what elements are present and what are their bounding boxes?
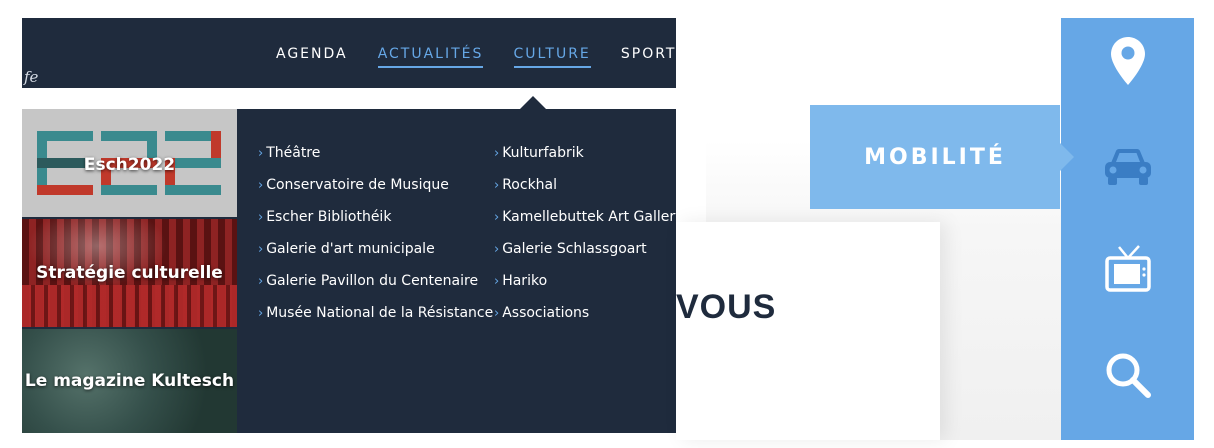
menu-link[interactable]: › Kulturfabrik <box>494 145 676 177</box>
menu-link[interactable]: › Hariko <box>494 273 676 305</box>
dropdown-arrow <box>520 96 546 109</box>
section-heading: VOUS <box>676 288 777 326</box>
menu-link[interactable]: › Associations <box>494 305 676 337</box>
tile-magazine-kultesch[interactable]: Le magazine Kultesch <box>22 329 237 433</box>
car-icon <box>1105 149 1151 185</box>
chevron-right-icon: › <box>258 146 264 161</box>
mobility-button[interactable] <box>1101 140 1155 194</box>
tile-label: Le magazine Kultesch <box>24 371 235 391</box>
chevron-right-icon: › <box>258 178 264 193</box>
menu-link[interactable]: › Conservatoire de Musique <box>258 177 493 209</box>
nav-item-sport[interactable]: SPORT & F <box>621 46 676 66</box>
nav-item-actualites[interactable]: ACTUALITÉS <box>377 46 484 68</box>
chevron-right-icon: › <box>494 146 500 161</box>
chevron-right-icon: › <box>494 274 500 289</box>
tile-label: Stratégie culturelle <box>36 263 223 283</box>
brand-logo-fragment[interactable]: fe <box>24 68 38 86</box>
chevron-right-icon: › <box>494 306 500 321</box>
tv-button[interactable] <box>1101 242 1155 296</box>
chevron-right-icon: › <box>494 178 500 193</box>
nav-item-culture[interactable]: CULTURE <box>513 46 591 68</box>
main-nav: AGENDA ACTUALITÉS CULTURE SPORT & F <box>276 43 676 68</box>
nav-item-agenda[interactable]: AGENDA <box>276 46 348 66</box>
menu-links-column-1: › Théâtre › Conservatoire de Musique › Esch… <box>258 145 493 337</box>
chevron-right-icon: › <box>258 210 264 225</box>
menu-link[interactable]: › Escher Bibliothéik <box>258 209 493 241</box>
menu-link[interactable]: › Galerie Schlassgoart <box>494 241 676 273</box>
menu-link[interactable]: › Musée National de la Résistance <box>258 305 493 337</box>
location-button[interactable] <box>1101 34 1155 88</box>
content-card <box>676 222 940 440</box>
side-toolbar <box>1061 18 1194 440</box>
menu-link[interactable]: › Galerie d'art municipale <box>258 241 493 273</box>
mobility-tooltip: MOBILITÉ <box>810 105 1074 209</box>
chevron-right-icon: › <box>258 274 264 289</box>
tile-esch2022[interactable]: Esch2022 <box>22 109 237 217</box>
chevron-right-icon: › <box>258 242 264 257</box>
chevron-right-icon: › <box>494 242 500 257</box>
search-icon <box>1106 353 1151 398</box>
menu-links-column-2: › Kulturfabrik › Rockhal › Kamellebuttek Ar… <box>494 145 676 337</box>
culture-mega-menu: Esch2022 Stratégie culturelle Le magazin… <box>22 109 676 433</box>
tile-strategie-culturelle[interactable]: Stratégie culturelle <box>22 219 237 327</box>
tv-icon <box>1105 245 1151 292</box>
main-navbar: fe AGENDA ACTUALITÉS CULTURE SPORT & F <box>22 18 676 88</box>
tile-label: Esch2022 <box>83 155 176 175</box>
location-pin-icon <box>1111 37 1145 85</box>
menu-link[interactable]: › Galerie Pavillon du Centenaire <box>258 273 493 305</box>
menu-link[interactable]: › Rockhal <box>494 177 676 209</box>
menu-link[interactable]: › Kamellebuttek Art Gallery <box>494 209 676 241</box>
chevron-right-icon: › <box>258 306 264 321</box>
search-button[interactable] <box>1101 348 1155 402</box>
chevron-right-icon: › <box>494 210 500 225</box>
menu-link[interactable]: › Théâtre <box>258 145 493 177</box>
